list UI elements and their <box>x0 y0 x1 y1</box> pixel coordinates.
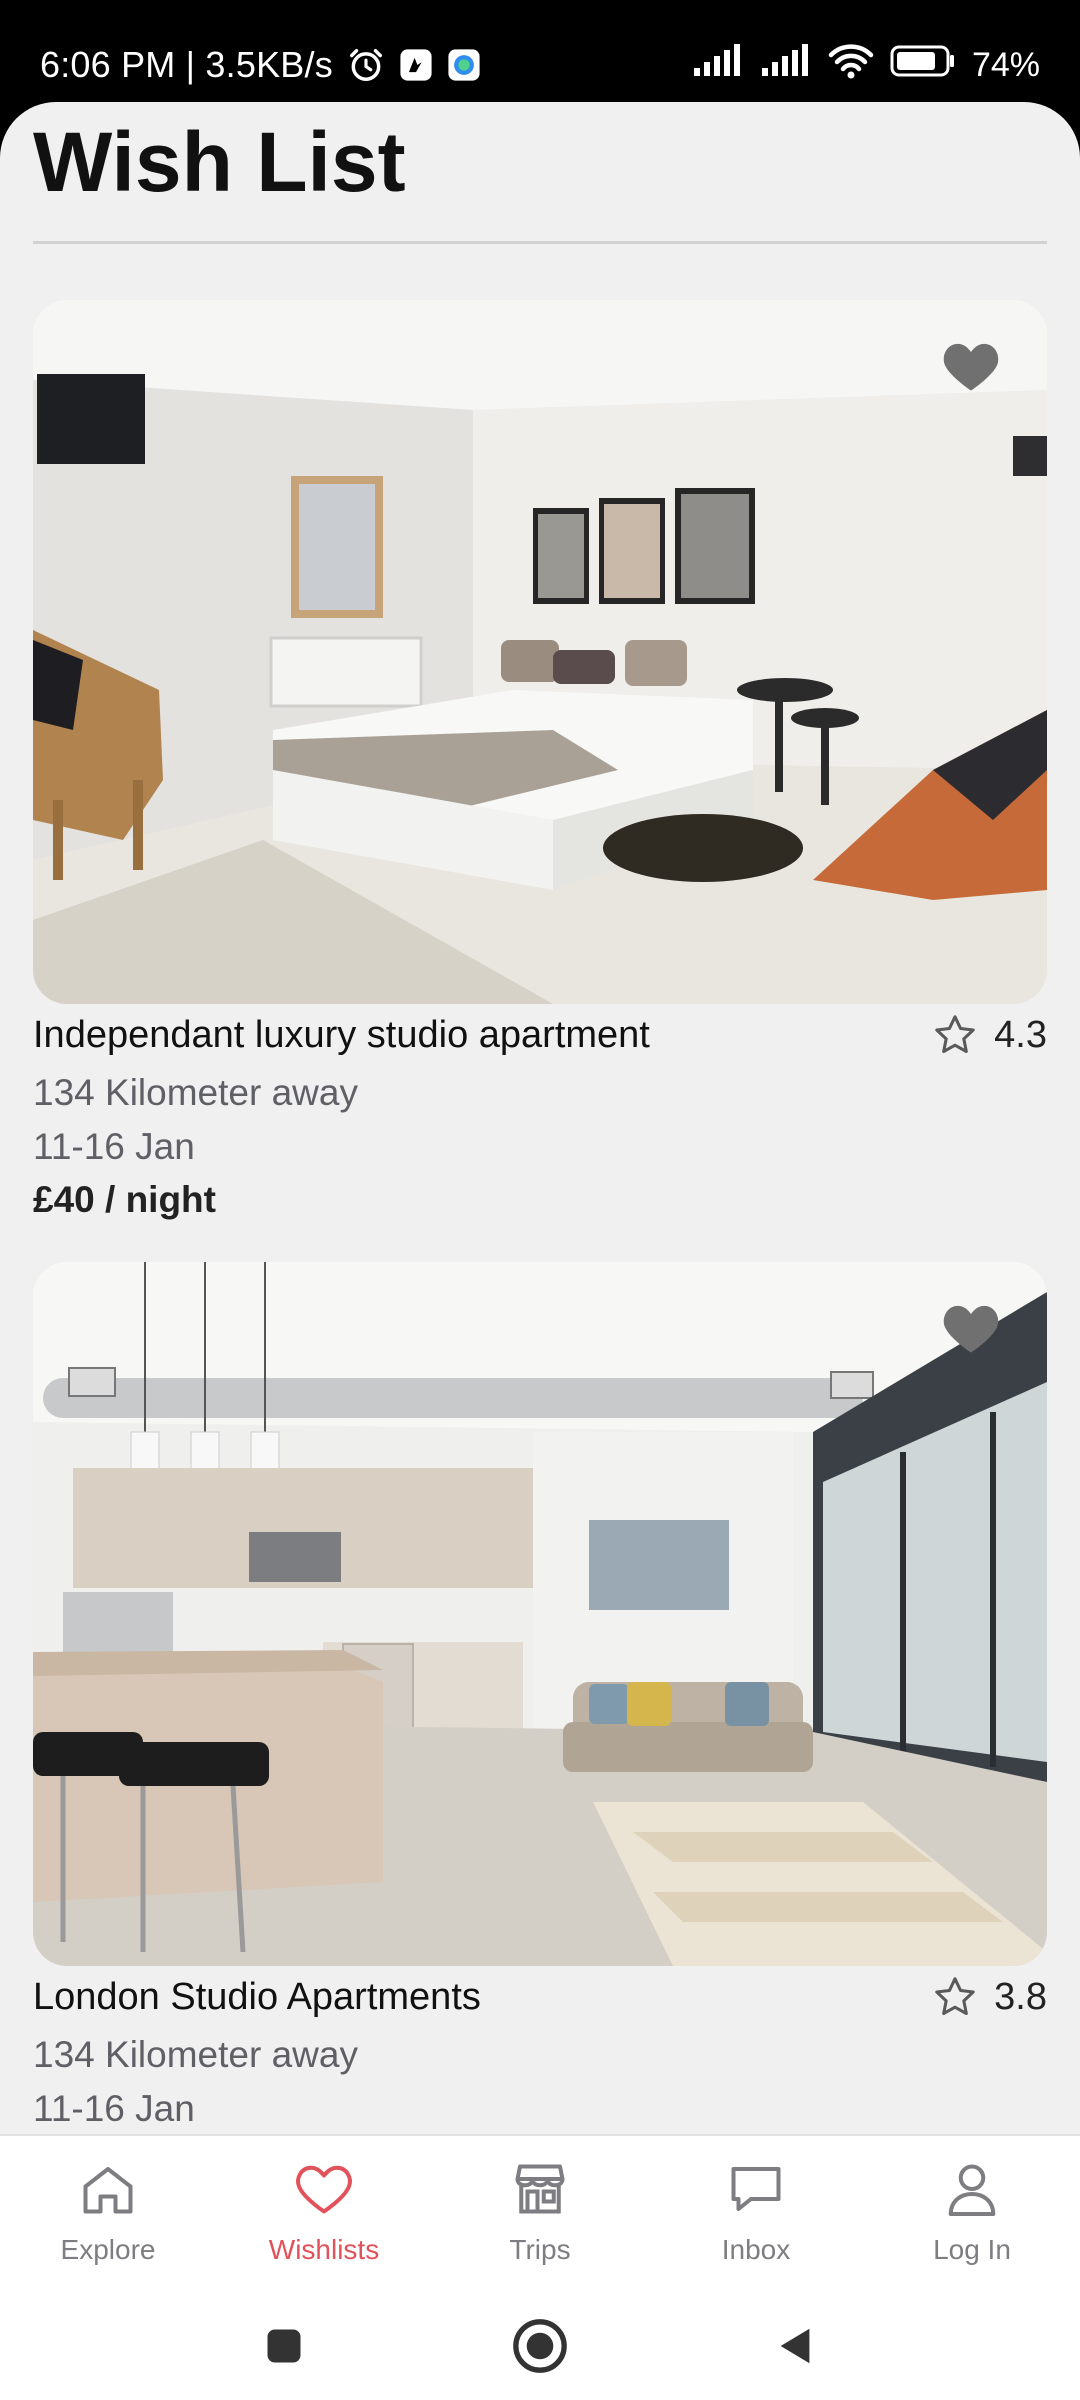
nav-explore[interactable]: Explore <box>0 2136 216 2290</box>
status-right: 74% <box>692 40 1040 90</box>
bottom-navigation: Explore Wishlists Trips Inbox Log In <box>0 2134 1080 2290</box>
favorite-heart-icon[interactable] <box>939 1298 1003 1358</box>
listing-title: London Studio Apartments <box>33 1976 481 2018</box>
recent-apps-icon[interactable] <box>252 2314 316 2378</box>
wishlist-page: Wish List Independant luxury studio apar… <box>0 102 1080 2134</box>
nav-login[interactable]: Log In <box>864 2136 1080 2290</box>
status-time-info: 6:06 PM | 3.5KB/s <box>40 44 333 85</box>
page-title: Wish List <box>33 115 406 209</box>
star-icon <box>935 1015 975 1054</box>
heart-icon <box>294 2156 354 2222</box>
nav-label: Log In <box>933 2234 1011 2265</box>
back-icon[interactable] <box>764 2314 828 2378</box>
home-button-icon[interactable] <box>508 2314 572 2378</box>
loft-photo <box>33 1262 1047 1966</box>
home-icon <box>78 2156 138 2222</box>
nav-label: Inbox <box>721 2234 791 2265</box>
browser-notification-icon <box>447 48 481 82</box>
listing-title-row: Independant luxury studio apartment 4.3 <box>33 1008 1047 1064</box>
listing-rating: 3.8 <box>932 1974 1047 2020</box>
listing-card[interactable]: London Studio Apartments 3.8 134 Kilomet… <box>33 1262 1047 2134</box>
listing-distance: 134 Kilometer away <box>33 2034 358 2075</box>
listing-title: Independant luxury studio apartment <box>33 1014 650 1056</box>
listing-photo-bedroom[interactable] <box>33 300 1047 1004</box>
system-navigation-bar <box>0 2290 1080 2400</box>
nav-label: Trips <box>509 2234 571 2265</box>
person-icon <box>942 2156 1002 2222</box>
nav-label: Wishlists <box>268 2234 380 2265</box>
signal-2-icon <box>760 43 812 87</box>
app-notification-icon <box>399 48 433 82</box>
listing-rating: 4.3 <box>932 1012 1047 1058</box>
listing-title-row: London Studio Apartments 3.8 <box>33 1970 1047 2026</box>
star-icon <box>935 1977 975 2016</box>
title-divider <box>33 241 1047 244</box>
battery-icon <box>890 44 956 87</box>
listing-price: £40 / night <box>33 1179 216 1220</box>
status-left: 6:06 PM | 3.5KB/s <box>40 40 481 90</box>
rating-value: 4.3 <box>994 1013 1047 1056</box>
signal-icon <box>692 43 744 87</box>
listing-dates: 11-16 Jan <box>33 2088 195 2129</box>
status-bar: 6:06 PM | 3.5KB/s 74% <box>0 0 1080 102</box>
listing-dates: 11-16 Jan <box>33 1126 195 1167</box>
listing-distance: 134 Kilometer away <box>33 1072 358 1113</box>
chat-icon <box>725 2156 787 2222</box>
alarm-icon <box>347 46 385 84</box>
wifi-icon <box>828 43 874 88</box>
favorite-heart-icon[interactable] <box>939 336 1003 396</box>
rating-value: 3.8 <box>994 1975 1047 2018</box>
listing-card[interactable]: Independant luxury studio apartment 4.3 … <box>33 300 1047 1226</box>
nav-inbox[interactable]: Inbox <box>648 2136 864 2290</box>
nav-trips[interactable]: Trips <box>432 2136 648 2290</box>
bedroom-photo <box>33 300 1047 1004</box>
nav-label: Explore <box>60 2234 156 2265</box>
nav-wishlists[interactable]: Wishlists <box>216 2136 432 2290</box>
app-screen: 6:06 PM | 3.5KB/s 74% Wish List Independ… <box>0 0 1080 2400</box>
battery-percent: 74% <box>971 45 1040 84</box>
listing-photo-loft[interactable] <box>33 1262 1047 1966</box>
store-icon <box>510 2156 570 2222</box>
